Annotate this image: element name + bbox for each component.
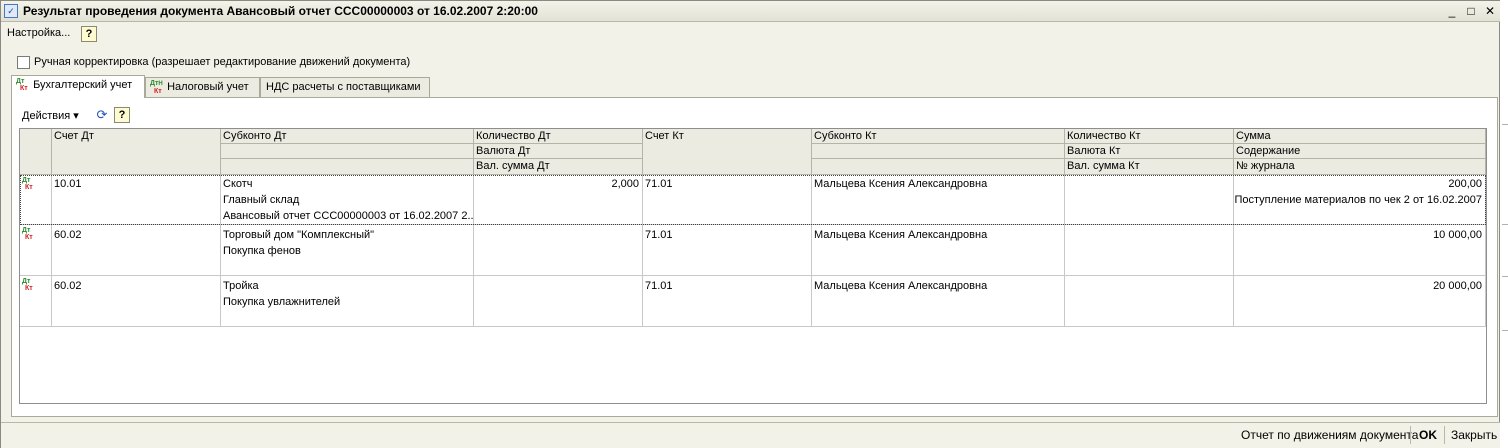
- cell-schet-dt[interactable]: 10.01: [52, 175, 221, 225]
- cell-subkonto-dt[interactable]: Скотч Главный склад Авансовый отчет ССС0…: [221, 175, 474, 225]
- cell-summa[interactable]: 20 000,00: [1234, 276, 1486, 327]
- divider: [1502, 276, 1508, 277]
- cell-kolvo-dt[interactable]: [474, 276, 643, 327]
- header-subkonto-kt[interactable]: Субконто Кт: [812, 129, 1065, 144]
- row-icon-header: [20, 129, 52, 175]
- manual-correction-label: Ручная корректировка (разрешает редактир…: [34, 56, 411, 68]
- help-icon[interactable]: ?: [81, 26, 97, 42]
- divider: [1502, 224, 1508, 225]
- dt-kt-icon: Дт Кт: [22, 177, 33, 191]
- header-valuta-dt[interactable]: Валюта Дт: [474, 144, 643, 159]
- cell-kolvo-kt[interactable]: [1065, 276, 1234, 327]
- dt-kt-icon: Дт Кт: [22, 227, 33, 241]
- movements-report-button[interactable]: Отчет по движениям документа: [1241, 428, 1418, 442]
- minimize-button[interactable]: _: [1444, 4, 1460, 19]
- cell-schet-dt[interactable]: 60.02: [52, 225, 221, 276]
- menu-bar: Настройка... ?: [1, 23, 1501, 45]
- header-subkonto-kt-2: [812, 144, 1065, 159]
- window-title: Результат проведения документа Авансовый…: [23, 4, 538, 18]
- header-subkonto-dt[interactable]: Субконто Дт: [221, 129, 474, 144]
- tab-tax[interactable]: ДтН Кт Налоговый учет: [145, 77, 260, 98]
- header-valuta-kt[interactable]: Валюта Кт: [1065, 144, 1234, 159]
- header-schet-dt[interactable]: Счет Дт: [52, 129, 221, 175]
- header-subkonto-dt-2: [221, 144, 474, 159]
- cell-schet-kt[interactable]: 71.01: [643, 225, 812, 276]
- header-kolvo-dt[interactable]: Количество Дт: [474, 129, 643, 144]
- table-row[interactable]: Дт Кт: [20, 225, 52, 276]
- cell-schet-kt[interactable]: 71.01: [643, 175, 812, 225]
- divider: [1410, 426, 1411, 444]
- header-val-summa-dt[interactable]: Вал. сумма Дт: [474, 159, 643, 175]
- cell-subkonto-kt[interactable]: Мальцева Ксения Александровна: [812, 276, 1065, 327]
- cell-kolvo-dt[interactable]: 2,000: [474, 175, 643, 225]
- tab-accounting[interactable]: Дт Кт Бухгалтерский учет: [11, 75, 145, 98]
- header-kolvo-kt[interactable]: Количество Кт: [1065, 129, 1234, 144]
- maximize-button[interactable]: □: [1463, 4, 1479, 19]
- header-schet-kt[interactable]: Счет Кт: [643, 129, 812, 175]
- table-row[interactable]: Дт Кт: [20, 276, 52, 327]
- dt-kt-tax-icon: ДтН Кт: [150, 79, 163, 95]
- tab-label: Бухгалтерский учет: [33, 79, 133, 91]
- cell-summa[interactable]: 200,00 Поступление материалов по чек 2 о…: [1234, 175, 1486, 225]
- refresh-icon[interactable]: ⟳: [94, 107, 110, 123]
- cell-kolvo-kt[interactable]: [1065, 225, 1234, 276]
- tab-label: НДС расчеты с поставщиками: [266, 81, 421, 93]
- cell-kolvo-kt[interactable]: [1065, 175, 1234, 225]
- close-button[interactable]: ✕: [1482, 4, 1498, 19]
- cell-subkonto-kt[interactable]: Мальцева Ксения Александровна: [812, 225, 1065, 276]
- status-bar: Отчет по движениям документа OK Закрыть: [1, 422, 1501, 448]
- settings-menu[interactable]: Настройка...: [7, 27, 70, 39]
- header-val-summa-kt[interactable]: Вал. сумма Кт: [1065, 159, 1234, 175]
- tab-panel: Действия ▾ ⟳ ? Счет Дт Субконто Дт Колич…: [11, 97, 1498, 417]
- tab-label: Налоговый учет: [167, 81, 249, 93]
- ok-button[interactable]: OK: [1419, 428, 1437, 442]
- dt-kt-icon: Дт Кт: [16, 78, 28, 93]
- title-bar[interactable]: ✓ Результат проведения документа Авансов…: [1, 1, 1501, 22]
- cell-schet-dt[interactable]: 60.02: [52, 276, 221, 327]
- header-nomer-zhurnala[interactable]: № журнала: [1234, 159, 1486, 175]
- cell-subkonto-dt[interactable]: Торговый дом "Комплексный" Покупка фенов: [221, 225, 474, 276]
- divider: [1502, 330, 1508, 331]
- cell-subkonto-dt[interactable]: Тройка Покупка увлажнителей: [221, 276, 474, 327]
- manual-correction-checkbox[interactable]: [17, 56, 30, 69]
- tab-vat[interactable]: НДС расчеты с поставщиками: [260, 77, 430, 98]
- header-subkonto-dt-3: [221, 159, 474, 175]
- cell-kolvo-dt[interactable]: [474, 225, 643, 276]
- document-posting-window: ✓ Результат проведения документа Авансов…: [0, 0, 1501, 448]
- cell-subkonto-kt[interactable]: Мальцева Ксения Александровна: [812, 175, 1065, 225]
- close-dialog-button[interactable]: Закрыть: [1451, 428, 1497, 442]
- table-row[interactable]: Дт Кт: [20, 175, 52, 225]
- movements-table[interactable]: Счет Дт Субконто Дт Количество Дт Валюта…: [19, 128, 1487, 404]
- cell-schet-kt[interactable]: 71.01: [643, 276, 812, 327]
- dt-kt-icon: Дт Кт: [22, 278, 33, 292]
- divider: [1502, 124, 1508, 125]
- actions-menu-button[interactable]: Действия ▾: [22, 109, 79, 122]
- document-icon: ✓: [4, 4, 18, 18]
- cell-summa[interactable]: 10 000,00: [1234, 225, 1486, 276]
- divider: [1444, 426, 1445, 444]
- header-soderzhanie[interactable]: Содержание: [1234, 144, 1486, 159]
- header-summa[interactable]: Сумма: [1234, 129, 1486, 144]
- header-subkonto-kt-3: [812, 159, 1065, 175]
- table-help-icon[interactable]: ?: [114, 107, 130, 123]
